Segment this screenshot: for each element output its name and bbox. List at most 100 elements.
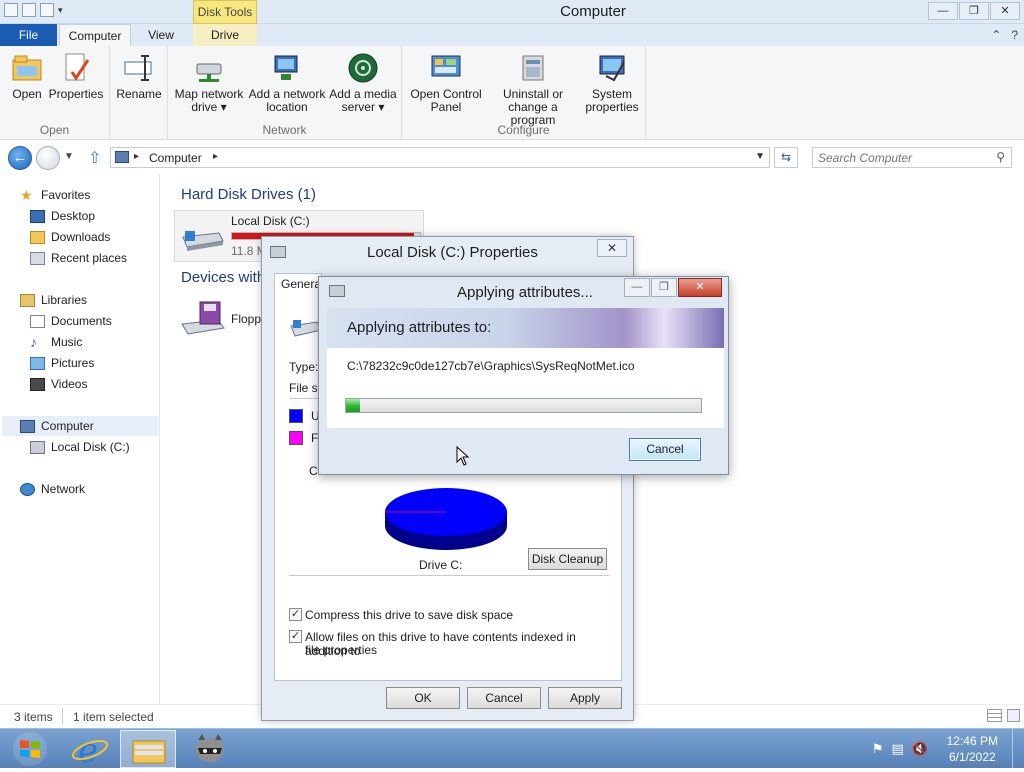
search-input[interactable] [813, 148, 983, 167]
forward-button[interactable] [36, 146, 60, 170]
hard-disk-drives-group-title[interactable]: Hard Disk Drives (1) [181, 186, 316, 203]
close-button[interactable]: ✕ [990, 2, 1020, 20]
current-file-path: C:\78232c9c0de127cb7e\Graphics\SysReqNot… [347, 359, 635, 373]
nav-favorites[interactable]: ★ Favorites [20, 185, 90, 205]
nav-network[interactable]: Network [20, 479, 85, 499]
index-checkbox[interactable]: ✓ [289, 630, 302, 643]
file-explorer-taskbar-button[interactable] [120, 730, 176, 768]
chevron-right-icon[interactable]: ▸ [213, 151, 218, 162]
network-status-icon[interactable]: ▤ [892, 741, 904, 757]
nav-recent-places[interactable]: Recent places [30, 248, 127, 268]
volume-muted-icon[interactable]: 🔇 [912, 741, 928, 757]
window-title: Computer [560, 3, 626, 20]
apply-close-button[interactable]: ✕ [678, 278, 722, 297]
network-location-icon [271, 52, 303, 84]
nav-pictures[interactable]: Pictures [30, 353, 94, 373]
applying-cancel-button[interactable]: Cancel [629, 438, 701, 461]
progress-fill [346, 399, 361, 412]
drive-label: Drive C: [419, 558, 463, 572]
apply-minimize-button[interactable]: — [624, 278, 650, 297]
recent-locations-icon[interactable]: ▼ [64, 151, 74, 162]
action-center-flag-icon[interactable]: ⚑ [872, 741, 884, 757]
minimize-button[interactable]: — [928, 2, 958, 20]
search-icon[interactable]: ⚲ [996, 150, 1005, 164]
nav-desktop[interactable]: Desktop [30, 206, 95, 226]
raccoon-app-taskbar-button[interactable] [182, 730, 238, 768]
nav-computer[interactable]: Computer [2, 416, 158, 436]
ribbon-group-network: Map network drive ▾ Add a network locati… [168, 46, 402, 140]
applying-heading: Applying attributes to: [347, 319, 492, 336]
open-icon [11, 52, 43, 84]
tab-computer[interactable]: Computer [59, 24, 131, 46]
properties-icon [60, 52, 92, 84]
apply-button[interactable]: Apply [548, 687, 622, 709]
details-view-icon[interactable] [987, 709, 1002, 722]
tab-drive[interactable]: Drive [193, 24, 257, 46]
breadcrumb-computer[interactable]: Computer [149, 151, 202, 165]
map-network-drive-button[interactable]: Map network drive ▾ [172, 52, 246, 114]
floppy-drive-name: Flopp [231, 312, 262, 326]
internet-explorer-icon: e [71, 731, 109, 771]
uninstall-program-button[interactable]: Uninstall or change a program [486, 52, 580, 127]
clock[interactable]: 12:46 PM 6/1/2022 [947, 733, 998, 765]
collapse-ribbon-icon[interactable]: ⌃ [991, 28, 1001, 42]
search-box[interactable]: ⚲ [812, 147, 1012, 168]
ok-button[interactable]: OK [386, 687, 460, 709]
apply-maximize-button: ❐ [651, 278, 677, 297]
network-icon [20, 482, 35, 496]
maximize-button[interactable]: ❐ [959, 2, 989, 20]
chevron-down-icon[interactable]: ▼ [755, 151, 765, 162]
item-count: 3 items [14, 710, 53, 724]
divider [289, 398, 319, 399]
devices-group-title[interactable]: Devices with [181, 269, 265, 286]
svg-text:e: e [78, 731, 98, 768]
chevron-right-icon: ▸ [134, 151, 140, 162]
ribbon-group-configure: Open Control Panel Uninstall or change a… [402, 46, 646, 140]
open-control-panel-button[interactable]: Open Control Panel [406, 52, 486, 114]
music-icon: ♪ [30, 333, 37, 350]
properties-button[interactable]: Properties [48, 52, 104, 101]
help-icon[interactable]: ? [1011, 28, 1018, 42]
progress-bar [345, 398, 702, 413]
properties-close-button[interactable]: ✕ [597, 239, 627, 257]
hard-drive-icon [179, 223, 225, 253]
type-label: Type: [289, 360, 319, 374]
nav-local-disk[interactable]: Local Disk (C:) [30, 437, 130, 457]
address-bar[interactable]: ▸ Computer ▸ ▼ [110, 147, 770, 168]
rename-button[interactable]: Rename [116, 52, 162, 101]
nav-documents[interactable]: Documents [30, 311, 112, 331]
folder-icon [132, 740, 166, 764]
libraries-icon [20, 293, 35, 307]
back-button[interactable]: ← [8, 146, 32, 170]
add-network-location-button[interactable]: Add a network location [248, 52, 326, 114]
nav-videos[interactable]: Videos [30, 374, 87, 394]
ribbon-group-label: Network [262, 123, 307, 137]
pictures-icon [30, 356, 45, 370]
show-desktop-button[interactable] [1012, 729, 1024, 769]
add-media-server-button[interactable]: Add a media server ▾ [328, 52, 398, 114]
nav-downloads[interactable]: Downloads [30, 227, 110, 247]
system-properties-button[interactable]: System properties [584, 52, 640, 114]
network-drive-icon [193, 52, 225, 84]
internet-explorer-taskbar-button[interactable]: e [62, 730, 118, 771]
arrow-left-icon: ← [12, 149, 28, 166]
up-arrow-icon[interactable]: ⇧ [88, 148, 101, 168]
refresh-button[interactable]: ⇆ [774, 147, 798, 168]
taskbar: e ⚑ ▤ 🔇 12:46 PM 6/1/2022 [0, 728, 1024, 771]
tab-view[interactable]: View [137, 24, 185, 46]
tab-general[interactable]: General [274, 273, 324, 295]
disk-cleanup-button[interactable]: Disk Cleanup [528, 548, 607, 570]
properties-cancel-button[interactable]: Cancel [467, 687, 541, 709]
compress-checkbox[interactable]: ✓ [289, 608, 302, 621]
start-button[interactable] [4, 730, 60, 768]
large-icons-view-icon[interactable] [1007, 709, 1020, 722]
open-button[interactable]: Open [8, 52, 46, 101]
nav-libraries[interactable]: Libraries [20, 290, 87, 310]
nav-music[interactable]: ♪ Music [30, 332, 82, 352]
tab-file[interactable]: File [0, 24, 57, 46]
mouse-cursor-icon [456, 446, 470, 466]
drive-icon [329, 285, 345, 297]
floppy-drive-tile[interactable]: Flopp [176, 298, 266, 342]
navigation-pane: ★ Favorites Desktop Downloads Recent plac… [0, 174, 160, 704]
recent-places-icon [30, 251, 45, 265]
